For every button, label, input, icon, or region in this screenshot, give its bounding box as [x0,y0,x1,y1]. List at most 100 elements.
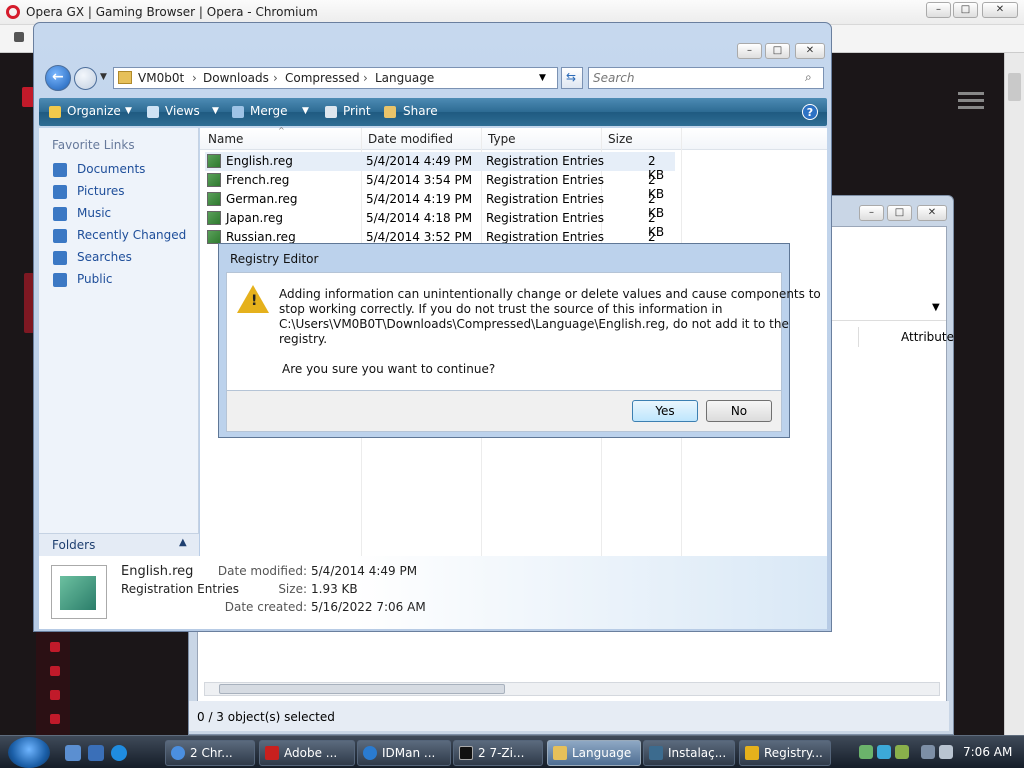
folder-icon [118,71,132,84]
taskbar-item-adobe[interactable]: Adobe ... [259,740,355,766]
share-button[interactable]: Share [403,104,438,118]
show-desktop-icon[interactable] [65,745,81,761]
breadcrumb-item[interactable]: Downloads [203,71,269,85]
sidebar-icon[interactable] [50,642,60,652]
minimize-button[interactable]: – [737,43,762,59]
breadcrumb-item[interactable]: Compressed [285,71,360,85]
minimize-button[interactable]: – [926,2,951,18]
registry-file-icon [207,192,221,206]
horizontal-scrollbar[interactable] [204,682,940,696]
favorite-link-documents[interactable]: Documents [53,162,145,177]
merge-icon [232,106,244,118]
print-button[interactable]: Print [343,104,371,118]
breadcrumb-separator-icon[interactable]: › [192,71,197,85]
details-created-label: Date created: [224,600,307,614]
taskbar-item-chrome[interactable]: 2 Chr... [165,740,255,766]
registry-file-icon [207,173,221,187]
sidebar-icon[interactable] [50,690,60,700]
opera-scrollbar[interactable] [1004,53,1024,735]
breadcrumb-item[interactable]: Language [375,71,434,85]
monitor-icon[interactable] [921,745,935,759]
taskbar-item-registry[interactable]: Registry... [739,740,831,766]
maximize-button[interactable]: □ [953,2,978,18]
security-icon[interactable] [895,745,909,759]
yes-button[interactable]: Yes [632,400,698,422]
opera-title: Opera GX | Gaming Browser | Opera - Chro… [26,5,318,19]
refresh-button[interactable]: ⇆ [561,67,583,89]
breadcrumb[interactable]: VM0b0t › Downloads › Compressed › Langua… [113,67,558,89]
search-icon[interactable]: ⌕ [805,70,812,85]
file-row[interactable]: French.reg 5/4/2014 3:54 PM Registration… [205,171,675,201]
maximize-button[interactable]: □ [765,43,790,59]
minimize-button[interactable]: – [859,205,884,221]
favorite-link-pictures[interactable]: Pictures [53,184,125,199]
share-icon [384,106,396,118]
start-button[interactable] [8,737,50,768]
installer-icon [649,746,663,760]
views-button[interactable]: Views [165,104,200,118]
hamburger-menu-icon[interactable] [958,92,984,95]
merge-button[interactable]: Merge [250,104,287,118]
network-icon[interactable] [859,745,873,759]
internet-explorer-icon[interactable] [111,745,127,761]
organize-button[interactable]: Organize [67,104,121,118]
sidebar-icon[interactable] [50,714,60,724]
column-header-name[interactable]: Name [208,132,243,146]
file-row[interactable]: Japan.reg 5/4/2014 4:18 PM Registration … [205,209,675,239]
sidebar-icon[interactable] [50,666,60,676]
close-button[interactable]: ✕ [795,43,825,59]
details-modified-value: 5/4/2014 4:49 PM [311,564,418,578]
no-button[interactable]: No [706,400,772,422]
chevron-down-icon[interactable]: ▼ [539,73,546,83]
taskbar-item-installer[interactable]: Instalaç... [643,740,735,766]
chevron-up-icon: ▲ [179,537,187,548]
favorite-link-public[interactable]: Public [53,272,113,287]
column-header-bar: Name ^ Date modified Type Size [200,126,827,150]
column-header-type[interactable]: Type [488,132,516,146]
forward-button[interactable] [74,67,97,90]
chevron-down-icon[interactable]: ▼ [302,106,309,116]
recent-pages-chevron-icon[interactable]: ▼ [100,72,107,82]
scrollbar-thumb[interactable] [1008,73,1021,101]
status-text: 0 / 3 object(s) selected [197,710,335,724]
opera-sidebar [36,630,70,735]
breadcrumb-separator-icon[interactable]: › [273,71,278,85]
folders-toggle[interactable]: Folders ▲ [39,533,199,556]
column-header-attribute[interactable]: Attribute [858,327,954,347]
chevron-down-icon[interactable]: ▼ [212,106,219,116]
taskbar-item-idman[interactable]: IDMan ... [357,740,451,766]
breadcrumb-item[interactable]: VM0b0t [138,71,184,85]
favorite-link-music[interactable]: Music [53,206,111,221]
scrollbar-thumb[interactable] [219,684,505,694]
taskbar-item-7zip[interactable]: 2 7-Zi... [453,740,543,766]
column-header-date[interactable]: Date modified [368,132,453,146]
close-button[interactable]: ✕ [917,205,947,221]
search-input[interactable]: Search ⌕ [588,67,824,89]
volume-muted-icon[interactable] [939,745,953,759]
clock[interactable]: 7:06 AM [963,745,1012,759]
favorite-link-recently-changed[interactable]: Recently Changed [53,228,186,243]
opera-logo-icon [6,5,20,19]
sync-icon[interactable] [877,745,891,759]
close-button[interactable]: ✕ [982,2,1018,18]
navigation-bar: ← ▼ VM0b0t › Downloads › Compressed › La… [38,63,828,95]
file-row[interactable]: English.reg 5/4/2014 4:49 PM Registratio… [205,152,675,182]
chevron-down-icon[interactable]: ▼ [125,106,132,116]
chevron-down-icon[interactable]: ▼ [932,302,940,313]
taskbar-item-language[interactable]: Language [547,740,641,766]
maximize-button[interactable]: □ [887,205,912,221]
chrome-icon [171,746,185,760]
switch-windows-icon[interactable] [88,745,104,761]
favorite-link-searches[interactable]: Searches [53,250,132,265]
music-icon [53,206,67,221]
views-icon [147,106,159,118]
file-row[interactable]: German.reg 5/4/2014 4:19 PM Registration… [205,190,675,220]
breadcrumb-separator-icon[interactable]: › [363,71,368,85]
dialog-message-line: stop working correctly. If you do not tr… [279,302,723,316]
dialog-message-line: registry. [279,332,328,346]
command-bar: Organize ▼ Views ▼ Merge ▼ Print Share ? [39,98,827,126]
column-header-size[interactable]: Size [608,132,633,146]
help-icon[interactable]: ? [802,104,818,120]
back-button[interactable]: ← [45,65,71,91]
lock-icon [14,32,24,42]
